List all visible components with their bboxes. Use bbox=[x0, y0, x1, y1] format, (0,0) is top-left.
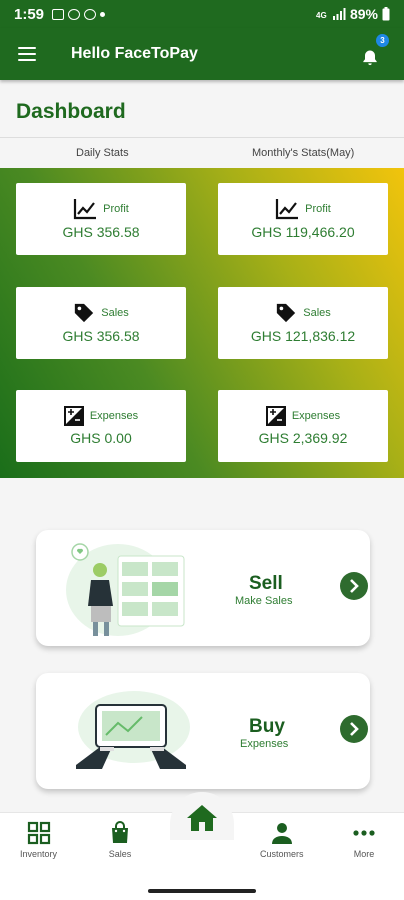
sell-subtitle: Make Sales bbox=[235, 595, 293, 607]
more-notifications-dot bbox=[100, 11, 106, 17]
monthly-profit-card[interactable]: Profit GHS 119,466.20 bbox=[218, 183, 388, 255]
shopping-bag-icon bbox=[112, 821, 128, 843]
chevron-right-icon bbox=[350, 579, 359, 593]
buy-illustration bbox=[76, 691, 190, 769]
daily-expenses-label: Expenses bbox=[89, 410, 139, 422]
plus-minus-icon bbox=[265, 406, 286, 426]
status-right: 4G 89% bbox=[316, 6, 390, 22]
nav-sales-label: Sales bbox=[108, 849, 132, 859]
monthly-expenses-label: Expenses bbox=[291, 410, 341, 422]
grid-icon bbox=[27, 821, 50, 845]
stats-panel: Profit GHS 356.58 Profit GHS 119,466.20 bbox=[0, 168, 404, 478]
header-divider bbox=[0, 137, 404, 138]
daily-expenses-card[interactable]: Expenses GHS 0.00 bbox=[16, 390, 186, 462]
monthly-profit-value: GHS 119,466.20 bbox=[251, 224, 355, 240]
chart-line-icon bbox=[276, 199, 299, 220]
nav-inventory-label: Inventory bbox=[20, 849, 58, 859]
bell-icon[interactable] bbox=[360, 48, 380, 68]
monthly-sales-value: GHS 121,836.12 bbox=[250, 328, 356, 344]
sync-icon bbox=[68, 8, 81, 20]
daily-sales-value: GHS 356.58 bbox=[62, 328, 140, 344]
nav-more-label: More bbox=[353, 849, 375, 859]
sell-card[interactable]: Sell Make Sales bbox=[36, 530, 370, 646]
daily-stats-header: Daily Stats bbox=[76, 147, 129, 159]
home-icon bbox=[187, 805, 217, 831]
monthly-stats-header: Monthly's Stats(May) bbox=[252, 147, 355, 159]
battery-icon bbox=[382, 7, 390, 21]
app-title: Hello FaceToPay bbox=[71, 45, 198, 62]
more-horizontal-icon bbox=[353, 830, 375, 836]
status-time: 1:59 bbox=[14, 5, 45, 23]
plus-minus-icon bbox=[63, 406, 84, 426]
daily-profit-label: Profit bbox=[103, 203, 129, 215]
monthly-profit-label: Profit bbox=[305, 203, 331, 215]
battery-percent: 89% bbox=[349, 6, 378, 22]
nav-sales[interactable]: Sales bbox=[108, 821, 132, 859]
image-icon bbox=[52, 8, 65, 20]
nav-inventory[interactable]: Inventory bbox=[20, 821, 57, 859]
person-icon bbox=[271, 823, 292, 844]
status-bar: 1:59 4G 89% bbox=[0, 0, 404, 28]
system-nav-bar bbox=[0, 872, 404, 900]
notification-icons bbox=[52, 8, 106, 20]
monthly-expenses-card[interactable]: Expenses GHS 2,369.92 bbox=[218, 390, 388, 462]
daily-sales-card[interactable]: Sales GHS 356.58 bbox=[16, 287, 186, 359]
monthly-sales-card[interactable]: Sales GHS 121,836.12 bbox=[218, 287, 388, 359]
monthly-sales-label: Sales bbox=[303, 307, 331, 319]
nav-customers-label: Customers bbox=[260, 849, 304, 859]
daily-profit-card[interactable]: Profit GHS 356.58 bbox=[16, 183, 186, 255]
nav-home-button[interactable] bbox=[184, 800, 220, 836]
sell-illustration bbox=[66, 543, 185, 636]
chart-line-icon bbox=[74, 199, 97, 220]
sell-title: Sell bbox=[249, 573, 283, 594]
chevron-right-icon bbox=[350, 722, 359, 736]
gesture-handle[interactable] bbox=[148, 889, 256, 893]
nav-customers[interactable]: Customers bbox=[260, 821, 304, 859]
daily-sales-label: Sales bbox=[101, 307, 129, 319]
svg-text:4G: 4G bbox=[316, 11, 327, 20]
buy-subtitle: Expenses bbox=[240, 738, 289, 750]
tag-icon bbox=[75, 303, 94, 323]
daily-profit-value: GHS 356.58 bbox=[62, 224, 140, 240]
buy-arrow-button[interactable] bbox=[340, 715, 368, 743]
buy-card[interactable]: Buy Expenses bbox=[36, 673, 370, 789]
daily-expenses-value: GHS 0.00 bbox=[70, 430, 132, 446]
nav-more[interactable]: More bbox=[352, 821, 376, 859]
buy-title: Buy bbox=[249, 716, 285, 737]
monthly-expenses-value: GHS 2,369.92 bbox=[258, 430, 348, 446]
menu-icon[interactable] bbox=[18, 47, 36, 61]
app-screen: 1:59 4G 89% Hello FaceToPay 3 Dashboard … bbox=[0, 0, 404, 900]
notification-badge: 3 bbox=[376, 34, 389, 47]
app-bar: Hello FaceToPay 3 bbox=[0, 28, 404, 80]
sell-arrow-button[interactable] bbox=[340, 572, 368, 600]
page-title: Dashboard bbox=[16, 100, 126, 123]
tag-icon bbox=[277, 303, 296, 323]
signal-icon bbox=[332, 8, 346, 20]
network-icon: 4G bbox=[316, 11, 327, 20]
whatsapp-icon bbox=[84, 8, 97, 20]
